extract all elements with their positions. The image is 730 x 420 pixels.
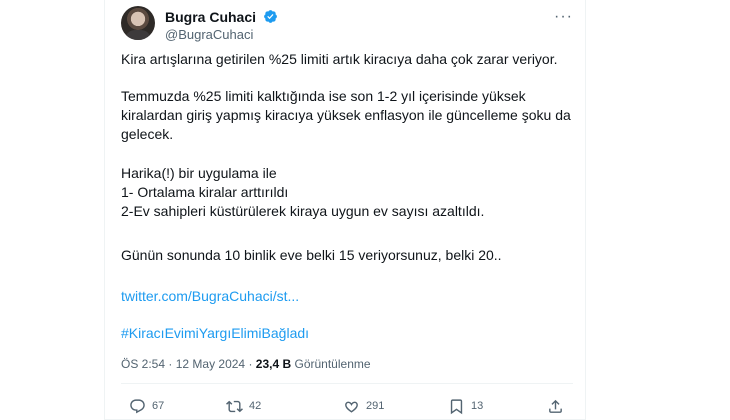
views-label: Görüntülenme bbox=[294, 357, 371, 371]
retweet-button[interactable]: 42 bbox=[226, 397, 261, 415]
reply-count: 67 bbox=[152, 400, 165, 412]
more-options-icon[interactable]: ··· bbox=[554, 8, 573, 26]
author-name-row[interactable]: Bugra Cuhaci bbox=[165, 9, 278, 25]
tweet-header: Bugra Cuhaci @BugraCuhaci ··· bbox=[121, 6, 573, 42]
tweet-paragraph: Günün sonunda 10 binlik eve belki 15 ver… bbox=[121, 247, 502, 263]
tweet-actions: 67 42 291 13 bbox=[121, 397, 573, 415]
share-icon bbox=[549, 399, 562, 413]
tweet-line: 1- Ortalama kiralar arttırıldı bbox=[121, 184, 289, 200]
like-count: 291 bbox=[366, 400, 385, 412]
share-button[interactable] bbox=[547, 397, 570, 415]
heart-icon bbox=[345, 401, 358, 413]
tweet-paragraph: Kira artışlarına getirilen %25 limiti ar… bbox=[121, 51, 558, 67]
bookmark-count: 13 bbox=[471, 400, 484, 412]
views-count: 23,4 B bbox=[255, 357, 292, 371]
bookmark-icon bbox=[450, 398, 463, 414]
meta-separator: · bbox=[248, 357, 253, 371]
retweet-icon bbox=[226, 400, 243, 412]
avatar[interactable] bbox=[121, 6, 155, 40]
author-handle[interactable]: @BugraCuhaci bbox=[165, 27, 253, 42]
tweet-date[interactable]: 12 May 2024 bbox=[176, 357, 245, 371]
divider bbox=[121, 383, 573, 384]
meta-separator: · bbox=[168, 357, 173, 371]
tweet-time[interactable]: ÖS 2:54 bbox=[121, 357, 165, 371]
reply-button[interactable]: 67 bbox=[129, 397, 164, 415]
retweet-count: 42 bbox=[249, 400, 262, 412]
tweet-paragraph-list: Harika(!) bir uygulama ile 1- Ortalama k… bbox=[121, 164, 484, 221]
tweet-line: 2-Ev sahipleri küstürülerek kiraya uygun… bbox=[121, 203, 485, 219]
tweet-card: Bugra Cuhaci @BugraCuhaci ··· Kira artış… bbox=[104, 0, 586, 420]
bookmark-button[interactable]: 13 bbox=[448, 397, 483, 415]
verified-badge-icon bbox=[264, 10, 277, 23]
tweet-line: Harika(!) bir uygulama ile bbox=[121, 165, 277, 181]
tweet-meta: ÖS 2:54 · 12 May 2024 · 23,4 B Görüntüle… bbox=[121, 357, 371, 371]
tweet-paragraph: Temmuzda %25 limiti kalktığında ise son … bbox=[121, 88, 571, 142]
tweet-link[interactable]: twitter.com/BugraCuhaci/st... bbox=[121, 287, 299, 306]
author-name[interactable]: Bugra Cuhaci bbox=[165, 9, 256, 25]
like-button[interactable]: 291 bbox=[343, 397, 384, 415]
reply-icon bbox=[130, 398, 145, 413]
hashtag-link[interactable]: #KiracıEvimiYargıElimiBağladı bbox=[121, 324, 309, 343]
